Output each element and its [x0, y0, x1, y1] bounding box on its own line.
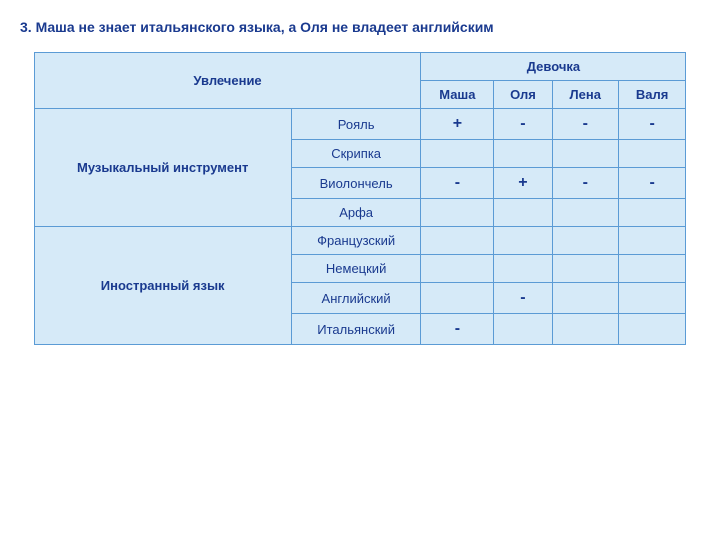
value-cell: -	[552, 109, 618, 140]
value-cell: -	[494, 109, 552, 140]
main-table: Увлечение Девочка МашаОляЛенаВаля Музыка…	[34, 52, 687, 345]
value-cell	[618, 227, 686, 255]
header-uvlechenie: Увлечение	[34, 53, 421, 109]
value-cell	[494, 140, 552, 168]
value-cell	[552, 314, 618, 345]
header-girl: Маша	[421, 81, 494, 109]
value-cell	[618, 140, 686, 168]
value-cell	[421, 199, 494, 227]
value-cell: -	[618, 168, 686, 199]
value-cell	[552, 199, 618, 227]
header-girl: Оля	[494, 81, 552, 109]
table-row: Музыкальный инструментРояль+---	[34, 109, 686, 140]
value-cell: -	[421, 314, 494, 345]
table-row: Иностранный языкФранцузский	[34, 227, 686, 255]
value-cell: -	[421, 168, 494, 199]
value-cell: -	[552, 168, 618, 199]
value-cell	[552, 227, 618, 255]
header-girl: Валя	[618, 81, 686, 109]
value-cell	[494, 314, 552, 345]
subcategory-cell: Итальянский	[291, 314, 421, 345]
value-cell	[552, 283, 618, 314]
value-cell: -	[618, 109, 686, 140]
table-wrapper: Увлечение Девочка МашаОляЛенаВаля Музыка…	[20, 52, 700, 345]
header-devochka: Девочка	[421, 53, 686, 81]
subcategory-cell: Французский	[291, 227, 421, 255]
subcategory-cell: Немецкий	[291, 255, 421, 283]
value-cell	[552, 255, 618, 283]
page-title: 3. Маша не знает итальянского языка, а О…	[20, 18, 494, 36]
value-cell	[618, 283, 686, 314]
value-cell	[494, 227, 552, 255]
value-cell: +	[494, 168, 552, 199]
value-cell	[618, 199, 686, 227]
value-cell: -	[494, 283, 552, 314]
subcategory-cell: Арфа	[291, 199, 421, 227]
header-girl: Лена	[552, 81, 618, 109]
value-cell	[618, 314, 686, 345]
value-cell	[494, 255, 552, 283]
subcategory-cell: Рояль	[291, 109, 421, 140]
value-cell	[421, 255, 494, 283]
subcategory-cell: Виолончель	[291, 168, 421, 199]
subcategory-cell: Английский	[291, 283, 421, 314]
subcategory-cell: Скрипка	[291, 140, 421, 168]
value-cell	[421, 283, 494, 314]
category-cell: Музыкальный инструмент	[34, 109, 291, 227]
category-cell: Иностранный язык	[34, 227, 291, 345]
value-cell	[421, 140, 494, 168]
value-cell: +	[421, 109, 494, 140]
value-cell	[421, 227, 494, 255]
value-cell	[618, 255, 686, 283]
value-cell	[552, 140, 618, 168]
value-cell	[494, 199, 552, 227]
